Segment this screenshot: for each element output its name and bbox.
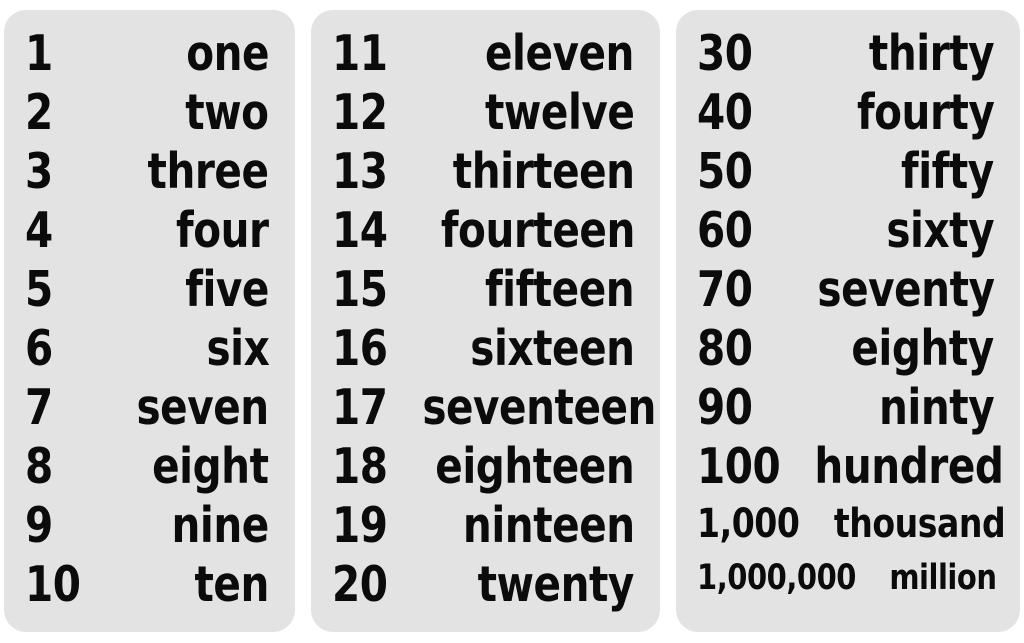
numeral: 90 [697, 379, 753, 436]
number-word: seventeen [422, 379, 657, 436]
number-word: one [185, 25, 269, 82]
table-row: 3 three [25, 142, 269, 201]
numeral: 40 [697, 84, 753, 141]
numeral: 1 [25, 25, 53, 82]
number-word: four [176, 202, 269, 259]
numeral: 7 [25, 379, 53, 436]
number-word: ten [194, 556, 269, 613]
table-row: 18 eighteen [332, 437, 635, 496]
table-row: 2 two [25, 83, 269, 142]
numeral: 80 [697, 320, 753, 377]
table-row: 30 thirty [697, 24, 994, 83]
table-row: 80 eighty [697, 319, 994, 378]
table-row: 9 nine [25, 496, 269, 555]
table-row: 60 sixty [697, 201, 994, 260]
panel-tens-to-million: 30 thirty 40 fourty 50 fifty 60 sixty 70… [676, 10, 1020, 632]
table-row: 12 twelve [332, 83, 635, 142]
number-word: thirty [868, 25, 995, 82]
number-word: twenty [478, 556, 635, 613]
table-row: 8 eight [25, 437, 269, 496]
table-row: 19 ninteen [332, 496, 635, 555]
number-word: seventy [816, 261, 995, 318]
table-row: 100 hundred [697, 437, 1003, 496]
number-word: hundred [814, 438, 1004, 495]
table-row: 6 six [25, 319, 269, 378]
table-row: 40 fourty [697, 83, 994, 142]
numeral: 8 [25, 438, 53, 495]
numeral: 18 [331, 438, 388, 495]
number-word: fourteen [440, 202, 635, 259]
number-word: five [185, 261, 269, 318]
table-row: 4 four [25, 201, 269, 260]
number-word: eight [152, 438, 269, 495]
number-word: million [889, 558, 998, 598]
numeral: 1,000,000 [697, 558, 857, 598]
table-row: 50 fifty [697, 142, 994, 201]
numeral: 14 [331, 202, 388, 259]
numeral: 15 [331, 261, 388, 318]
numeral: 30 [697, 25, 753, 82]
numeral: 1,000 [697, 501, 800, 547]
number-word: sixteen [470, 320, 635, 377]
numeral: 20 [331, 556, 388, 613]
numeral: 11 [331, 25, 388, 82]
number-words-chart: 1 one 2 two 3 three 4 four 5 five 6 six … [0, 0, 1024, 643]
panel-eleven-to-twenty: 11 eleven 12 twelve 13 thirteen 14 fourt… [310, 10, 661, 632]
number-word: two [185, 84, 269, 141]
number-word: eighty [851, 320, 995, 377]
number-word: seven [136, 379, 270, 436]
table-row: 90 ninty [697, 378, 994, 437]
number-word: sixty [886, 202, 994, 259]
number-word: eleven [485, 25, 635, 82]
table-row: 20 twenty [332, 555, 635, 614]
number-word: three [147, 143, 269, 200]
numeral: 100 [697, 438, 781, 495]
table-row: 1,000 thousand [697, 496, 1005, 552]
numeral: 5 [25, 261, 53, 318]
table-row: 7 seven [25, 378, 269, 437]
number-word: thirteen [452, 143, 635, 200]
number-word: thousand [833, 501, 1006, 547]
numeral: 6 [25, 320, 53, 377]
numeral: 60 [697, 202, 753, 259]
numeral: 4 [25, 202, 53, 259]
numeral: 9 [25, 497, 53, 554]
table-row: 15 fifteen [332, 260, 635, 319]
numeral: 12 [331, 84, 388, 141]
table-row: 5 five [25, 260, 269, 319]
number-word: ninty [878, 379, 995, 436]
numeral: 19 [331, 497, 388, 554]
number-word: nine [171, 497, 270, 554]
number-word: fifty [901, 143, 994, 200]
numeral: 3 [25, 143, 53, 200]
panel-ones-to-ten: 1 one 2 two 3 three 4 four 5 five 6 six … [4, 10, 295, 632]
number-word: ninteen [462, 497, 635, 554]
number-word: fifteen [485, 261, 635, 318]
table-row: 70 seventy [697, 260, 994, 319]
number-word: six [206, 320, 269, 377]
table-row: 13 thirteen [332, 142, 635, 201]
numeral: 10 [25, 556, 81, 613]
numeral: 17 [331, 379, 388, 436]
numeral: 50 [697, 143, 753, 200]
table-row: 11 eleven [332, 24, 635, 83]
number-word: fourty [856, 84, 995, 141]
table-row: 10 ten [25, 555, 269, 614]
number-word: eighteen [435, 438, 635, 495]
numeral: 13 [331, 143, 388, 200]
table-row: 14 fourteen [332, 201, 635, 260]
table-row: 1 one [25, 24, 269, 83]
table-row: 17 seventeen [331, 378, 657, 437]
numeral: 2 [25, 84, 53, 141]
numeral: 16 [331, 320, 388, 377]
table-row: 16 sixteen [332, 319, 635, 378]
numeral: 70 [697, 261, 753, 318]
number-word: twelve [484, 84, 635, 141]
table-row: 1,000,000 million [697, 552, 998, 604]
